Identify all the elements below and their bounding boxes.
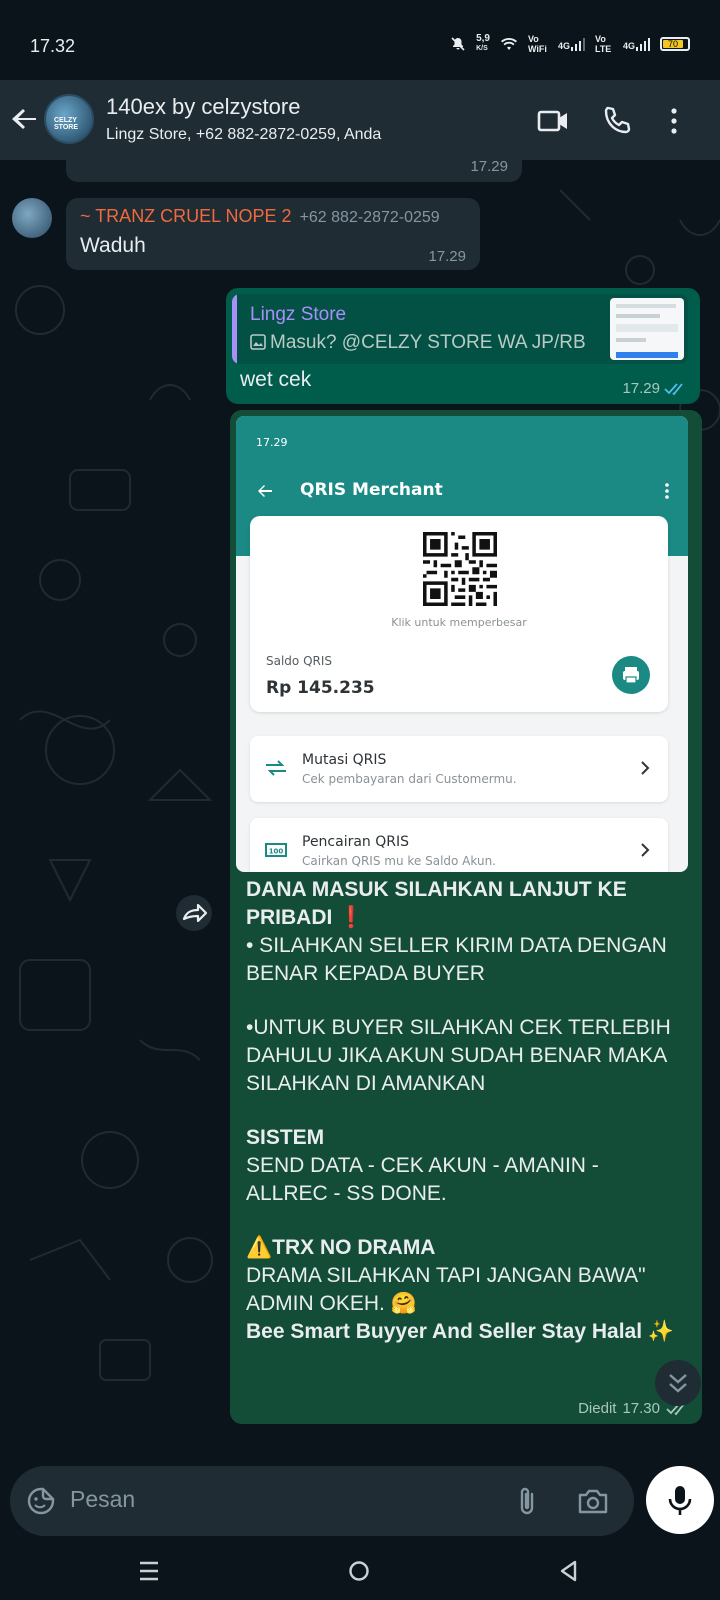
- chevron-right-icon: [641, 843, 650, 857]
- chat-participants[interactable]: Lingz Store, +62 882-2872-0259, Anda: [106, 126, 381, 144]
- chat-title[interactable]: 140ex by celzystore: [106, 94, 300, 120]
- avatar-logo-text: CELZY STORE: [54, 117, 78, 131]
- message-input[interactable]: Pesan: [70, 1486, 135, 1513]
- message-text: Waduh: [80, 234, 146, 257]
- system-navigation-bar: [0, 1544, 720, 1600]
- net-speed: 5,9 K/S: [476, 33, 490, 53]
- forward-icon: [182, 903, 208, 923]
- card-subtitle: Cairkan QRIS mu ke Saldo Akun.: [302, 854, 496, 868]
- signal-icon: [570, 38, 585, 51]
- quoted-message[interactable]: Lingz Store Masuk? @CELZY STORE WA JP/RB: [232, 294, 688, 364]
- lte2-label: 4G: [623, 37, 650, 51]
- quote-thumbnail: [610, 298, 684, 360]
- card-title: Mutasi QRIS: [302, 752, 387, 768]
- qr-hint: Klik untuk memperbesar: [391, 616, 527, 629]
- double-chevron-down-icon: [669, 1374, 687, 1393]
- scroll-to-bottom-button[interactable]: [655, 1360, 701, 1406]
- screenshot-back-icon: [258, 485, 272, 497]
- chat-area[interactable]: 17.29 ~ TRANZ CRUEL NOPE 2 +62 882-2872-0…: [0, 160, 720, 1460]
- message-previous[interactable]: 17.29: [66, 160, 522, 182]
- message-time: 17.29: [428, 248, 466, 265]
- battery-level: 70: [663, 40, 683, 49]
- saldo-value: Rp 145.235: [266, 678, 375, 698]
- message-meta: 17.29: [622, 380, 688, 397]
- mutasi-qris-card: Mutasi QRIS Cek pembayaran dari Customer…: [250, 736, 668, 802]
- pencairan-qris-card: 100 Pencairan QRIS Cairkan QRIS mu ke Sa…: [250, 818, 668, 872]
- saldo-label: Saldo QRIS: [266, 654, 333, 668]
- qris-balance-card: Klik untuk memperbesar Saldo QRIS Rp 145…: [250, 516, 668, 712]
- microphone-icon: [668, 1486, 692, 1515]
- caption-line: SISTEM: [246, 1126, 325, 1149]
- video-call-icon[interactable]: [536, 104, 570, 138]
- attach-icon[interactable]: [512, 1484, 542, 1518]
- voice-call-icon[interactable]: [600, 104, 634, 138]
- message-time: 17.29: [470, 160, 508, 175]
- svg-text:100: 100: [269, 848, 284, 856]
- print-button: [612, 656, 650, 694]
- message-time: 17.29: [622, 380, 660, 397]
- caption-line: •UNTUK BUYER SILAHKAN CEK TERLEBIH DAHUL…: [246, 1016, 671, 1095]
- read-ticks-icon: [664, 382, 683, 395]
- sender-phone: +62 882-2872-0259: [299, 209, 440, 226]
- caption-line: • SILAHKAN SELLER KIRIM DATA DENGAN BENA…: [246, 934, 667, 985]
- message-outgoing-reply[interactable]: Lingz Store Masuk? @CELZY STORE WA JP/RB…: [226, 288, 700, 404]
- caption-line: DANA MASUK SILAHKAN LANJUT KE PRIBADI ❗: [246, 878, 627, 929]
- group-avatar[interactable]: CELZY STORE: [44, 94, 94, 144]
- message-outgoing-image[interactable]: 17.29 QRIS Merchant Klik untuk memperbes…: [230, 410, 702, 1424]
- forward-button[interactable]: [176, 895, 212, 931]
- status-time: 17.32: [30, 36, 76, 56]
- quote-bar: [232, 294, 237, 364]
- message-caption: DANA MASUK SILAHKAN LANJUT KE PRIBADI ❗ …: [246, 876, 682, 1346]
- status-bar: 17.32 5,9 K/S Vo WiFi 4G Vo LTE 4G 70: [0, 0, 720, 80]
- vowifi-label: Vo WiFi: [527, 34, 547, 54]
- caption-line: DRAMA SILAHKAN TAPI JANGAN BAWA" ADMIN O…: [246, 1264, 646, 1315]
- sender-avatar[interactable]: [12, 198, 52, 238]
- message-sender-line: ~ TRANZ CRUEL NOPE 2 +62 882-2872-0259: [80, 206, 440, 227]
- caption-line: ⚠️TRX NO DRAMA: [246, 1236, 436, 1259]
- chevron-right-icon: [641, 761, 650, 775]
- home-icon[interactable]: [346, 1558, 372, 1584]
- quote-sender: Lingz Store: [250, 304, 347, 325]
- wifi-icon: [500, 37, 517, 50]
- quote-text: Masuk? @CELZY STORE WA JP/RB: [250, 332, 586, 354]
- attached-screenshot[interactable]: 17.29 QRIS Merchant Klik untuk memperbes…: [236, 416, 688, 872]
- message-text: wet cek: [240, 368, 312, 391]
- screenshot-title: QRIS Merchant: [300, 480, 443, 500]
- edited-label: Diedit: [578, 1400, 617, 1417]
- message-composer: Pesan: [10, 1466, 634, 1536]
- sender-name[interactable]: ~ TRANZ CRUEL NOPE 2: [80, 206, 292, 226]
- card-subtitle: Cek pembayaran dari Customermu.: [302, 772, 517, 786]
- signal-icon: [636, 38, 650, 51]
- voice-message-button[interactable]: [646, 1466, 714, 1534]
- recents-icon[interactable]: [136, 1558, 162, 1584]
- caption-line: Bee Smart Buyyer And Seller Stay Halal ✨: [246, 1320, 675, 1343]
- message-incoming[interactable]: ~ TRANZ CRUEL NOPE 2 +62 882-2872-0259 Wa…: [66, 198, 480, 270]
- transfer-arrows-icon: [266, 760, 286, 776]
- back-nav-icon[interactable]: [556, 1558, 582, 1584]
- image-icon: [250, 334, 266, 350]
- qr-code-icon: [423, 532, 497, 606]
- battery-icon: 70: [660, 37, 690, 51]
- volte-label: Vo LTE: [594, 34, 612, 54]
- mute-icon: [451, 37, 465, 51]
- chat-header: CELZY STORE 140ex by celzystore Lingz St…: [0, 80, 720, 160]
- cash-icon: 100: [265, 843, 287, 857]
- emoji-sticker-icon[interactable]: [26, 1486, 56, 1516]
- caption-line: SEND DATA - CEK AKUN - AMANIN - ALLREC -…: [246, 1154, 599, 1205]
- card-title: Pencairan QRIS: [302, 834, 410, 850]
- camera-icon[interactable]: [576, 1484, 610, 1518]
- screenshot-menu-icon: [665, 483, 669, 499]
- lte1-label: 4G: [558, 37, 585, 51]
- screenshot-status-time: 17.29: [256, 436, 288, 449]
- menu-icon[interactable]: [662, 104, 696, 138]
- status-icons: 5,9 K/S Vo WiFi 4G Vo LTE 4G 70: [450, 34, 690, 54]
- printer-icon: [623, 667, 639, 684]
- back-arrow-icon[interactable]: [10, 104, 40, 134]
